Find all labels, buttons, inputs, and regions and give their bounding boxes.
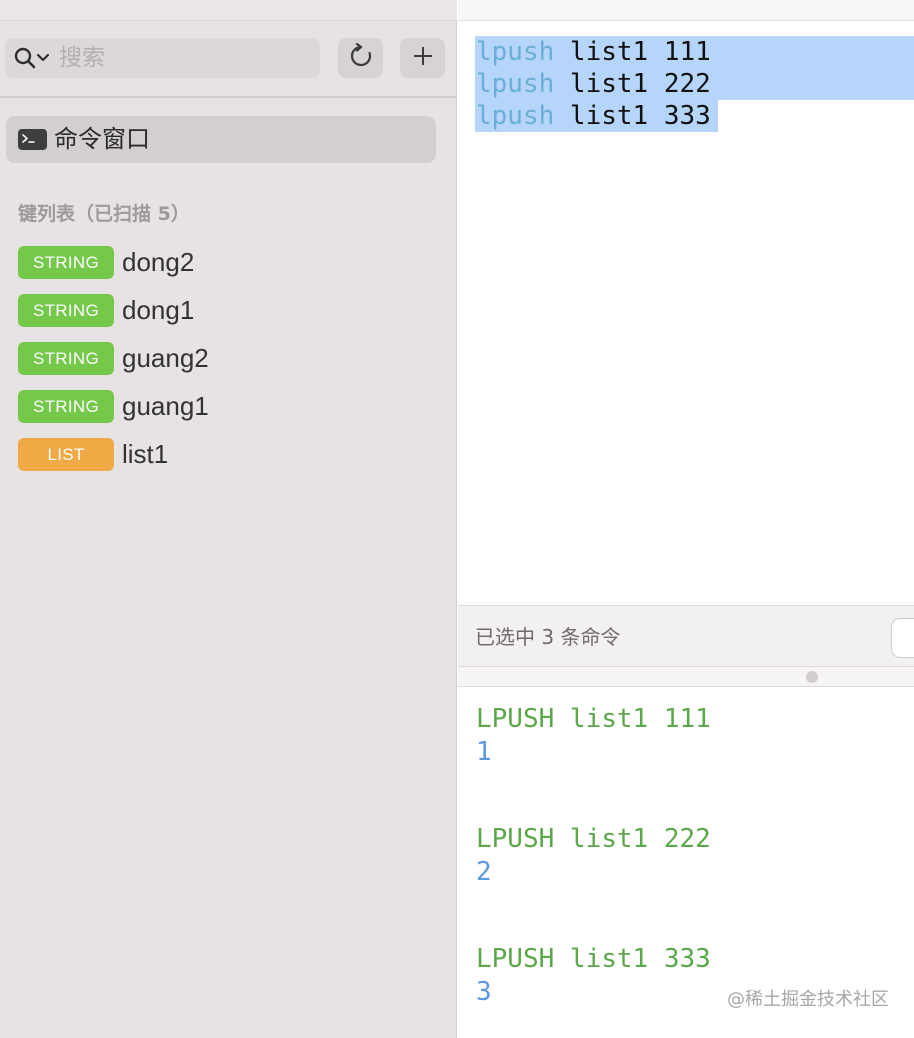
- key-type-badge: STRING: [18, 294, 114, 327]
- splitter-handle-icon[interactable]: [806, 671, 818, 683]
- status-bar: 已选中 3 条命令: [458, 605, 914, 667]
- key-row-guang1[interactable]: STRING guang1: [18, 390, 438, 438]
- key-name: dong1: [122, 295, 195, 325]
- result-entry: LPUSH list1 111 1: [476, 703, 906, 823]
- plus-icon: [412, 45, 434, 71]
- command-window-label: 命令窗口: [54, 125, 150, 153]
- key-name: guang2: [122, 343, 209, 373]
- search-box[interactable]: [5, 38, 320, 78]
- search-icon[interactable]: [13, 46, 55, 70]
- sidebar-divider: [0, 96, 457, 98]
- command-keyword: lpush: [476, 101, 555, 131]
- key-list: STRING dong2 STRING dong1 STRING guang2 …: [18, 246, 438, 486]
- editor-line-text: lpush list1 333: [476, 100, 711, 132]
- result-entry: LPUSH list1 222 2: [476, 823, 906, 943]
- main-titlebar: [458, 0, 914, 21]
- refresh-button[interactable]: [338, 38, 383, 78]
- command-editor[interactable]: lpush list1 111 lpush list1 222 lpush li…: [458, 36, 914, 132]
- editor-line-text: lpush list1 222: [476, 68, 711, 100]
- result-command: LPUSH list1 111: [476, 704, 711, 734]
- key-type-badge: STRING: [18, 246, 114, 279]
- key-row-list1[interactable]: LIST list1: [18, 438, 438, 486]
- key-row-guang2[interactable]: STRING guang2: [18, 342, 438, 390]
- key-name: list1: [122, 439, 169, 469]
- command-keyword: lpush: [476, 37, 555, 67]
- pane-splitter[interactable]: [458, 667, 914, 687]
- execute-button[interactable]: [891, 618, 914, 658]
- key-row-dong1[interactable]: STRING dong1: [18, 294, 438, 342]
- selection-status: 已选中 3 条命令: [475, 625, 621, 649]
- key-list-header: 键列表（已扫描 5）: [18, 203, 190, 225]
- editor-line[interactable]: lpush list1 333: [458, 100, 914, 132]
- sidebar: 命令窗口 键列表（已扫描 5） STRING dong2 STRING dong…: [0, 0, 457, 1038]
- result-command: LPUSH list1 222: [476, 824, 711, 854]
- editor-line-text: lpush list1 111: [476, 36, 711, 68]
- key-type-badge: LIST: [18, 438, 114, 471]
- terminal-icon: [18, 129, 47, 150]
- refresh-icon: [348, 42, 374, 73]
- key-name: guang1: [122, 391, 209, 421]
- command-args: list1 222: [554, 69, 711, 99]
- result-value: 2: [476, 857, 492, 887]
- result-value: 3: [476, 977, 492, 1007]
- key-type-badge: STRING: [18, 342, 114, 375]
- editor-line[interactable]: lpush list1 222: [458, 68, 914, 100]
- command-args: list1 333: [554, 101, 711, 131]
- main-panel: lpush list1 111 lpush list1 222 lpush li…: [458, 0, 914, 1038]
- editor-line[interactable]: lpush list1 111: [458, 36, 914, 68]
- search-input[interactable]: [59, 38, 309, 78]
- sidebar-titlebar: [0, 0, 457, 21]
- key-type-badge: STRING: [18, 390, 114, 423]
- command-keyword: lpush: [476, 69, 555, 99]
- key-row-dong2[interactable]: STRING dong2: [18, 246, 438, 294]
- command-args: list1 111: [554, 37, 711, 67]
- watermark: @稀土掘金技术社区: [727, 989, 889, 1010]
- add-key-button[interactable]: [400, 38, 445, 78]
- result-value: 1: [476, 737, 492, 767]
- result-command: LPUSH list1 333: [476, 944, 711, 974]
- key-name: dong2: [122, 247, 195, 277]
- command-window-item[interactable]: 命令窗口: [6, 116, 436, 163]
